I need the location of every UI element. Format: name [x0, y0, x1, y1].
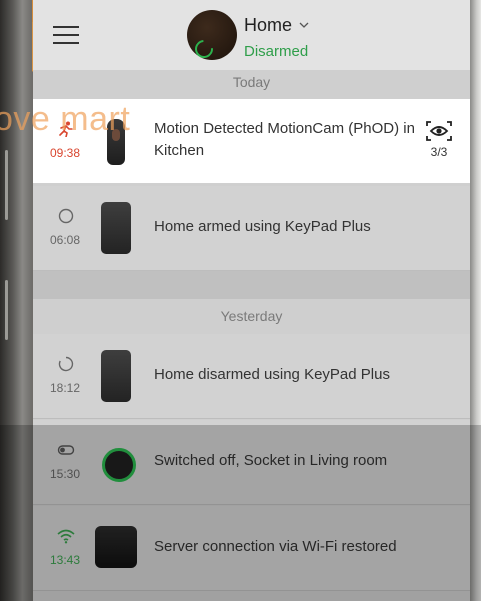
app-header: Home Disarmed — [33, 0, 470, 70]
disarmed-status-icon — [191, 36, 217, 62]
disarmed-circle-icon — [58, 356, 74, 372]
armed-circle-icon — [58, 208, 74, 224]
event-description: Switched off, Socket in Living room — [154, 452, 388, 469]
hub-name[interactable]: Home — [244, 15, 292, 36]
phone-side-button — [5, 280, 8, 340]
hamburger-menu-icon[interactable] — [53, 26, 79, 44]
section-gap — [33, 271, 470, 299]
section-label-today: Today — [232, 74, 271, 90]
phone-frame-edge — [0, 0, 32, 601]
event-row[interactable]: 13:43 Server connection via Wi-Fi restor… — [33, 506, 470, 591]
hub-device-image — [95, 526, 137, 568]
event-time: 09:38 — [49, 146, 81, 160]
motioncam-device-image — [107, 119, 125, 165]
event-description: Motion Detected MotionCam (PhOD) in Kitc… — [154, 120, 415, 159]
event-time: 18:12 — [49, 381, 81, 395]
event-time: 15:30 — [49, 467, 81, 481]
app-screen: Home Disarmed Today 09:38 Motion Detecte… — [33, 0, 470, 601]
running-man-icon — [59, 121, 73, 137]
photo-view-icon[interactable] — [425, 119, 453, 143]
photo-count: 3/3 — [430, 145, 448, 159]
event-row[interactable]: 09:38 Motion Detected MotionCam (PhOD) i… — [33, 99, 470, 184]
keypad-device-image — [101, 350, 131, 402]
event-description: Home disarmed using KeyPad Plus — [154, 366, 390, 383]
event-time: 13:43 — [49, 553, 81, 567]
toggle-off-icon — [57, 445, 75, 455]
wifi-icon — [57, 529, 75, 544]
event-row[interactable]: 18:12 Home disarmed using KeyPad Plus — [33, 334, 470, 419]
event-row[interactable]: 15:30 Switched off, Socket in Living roo… — [33, 420, 470, 505]
event-row[interactable]: 06:08 Home armed using KeyPad Plus — [33, 186, 470, 271]
event-description: Server connection via Wi-Fi restored — [154, 538, 397, 555]
event-time: 06:08 — [49, 233, 81, 247]
phone-frame-edge — [470, 0, 481, 601]
socket-device-image — [102, 448, 136, 482]
event-description: Home armed using KeyPad Plus — [154, 218, 371, 235]
section-label-yesterday: Yesterday — [220, 308, 283, 324]
phone-side-button — [5, 150, 8, 220]
keypad-device-image — [101, 202, 131, 254]
security-status: Disarmed — [244, 43, 309, 60]
hub-avatar[interactable] — [187, 10, 237, 62]
chevron-down-icon[interactable] — [299, 20, 309, 30]
